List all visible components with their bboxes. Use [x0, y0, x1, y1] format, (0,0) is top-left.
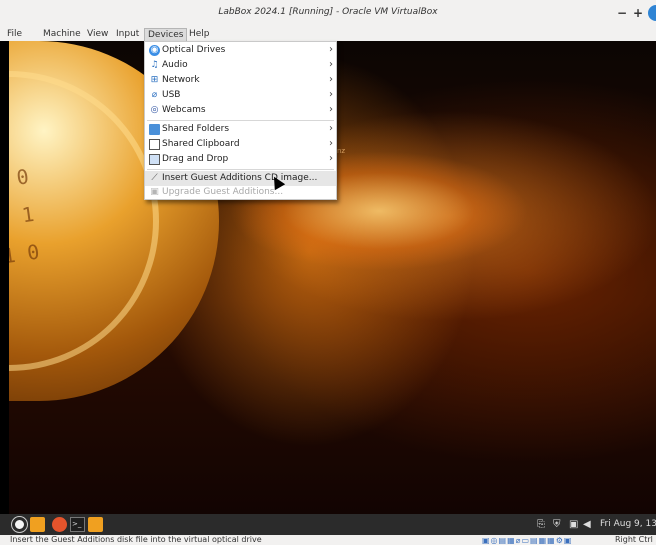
- menu-item-usb[interactable]: ⌀ USB ›: [145, 88, 336, 103]
- device-status-icons[interactable]: ▣◎▤▦⌀▭▤▦▦⚙▣: [482, 536, 572, 545]
- window-title: LabBox 2024.1 [Running] - Oracle VM Virt…: [218, 7, 438, 17]
- menu-separator: [147, 169, 334, 170]
- chevron-right-icon: ›: [329, 59, 333, 70]
- menu-item-label: Optical Drives: [162, 45, 226, 55]
- usb-icon: ⌀: [151, 90, 158, 100]
- menu-item-shared-folders[interactable]: Shared Folders ›: [145, 122, 336, 137]
- chevron-right-icon: ›: [329, 153, 333, 164]
- menu-item-network[interactable]: ⊞ Network ›: [145, 73, 336, 88]
- guest-taskbar: >_ ⎘ ⛨ ▣ ◀ Fri Aug 9, 13:: [0, 514, 656, 535]
- audio-icon: ♫: [150, 60, 159, 70]
- menu-file[interactable]: File: [4, 28, 25, 40]
- webcam-icon: ◎: [150, 105, 159, 115]
- chevron-right-icon: ›: [329, 89, 333, 100]
- menu-input[interactable]: Input: [113, 28, 142, 40]
- menu-item-label: Insert Guest Additions CD image...: [162, 173, 318, 183]
- menu-item-label: USB: [162, 90, 181, 100]
- upgrade-icon: ▣: [150, 187, 159, 197]
- menu-item-label: Network: [162, 75, 200, 85]
- display-icon[interactable]: ▣: [569, 519, 578, 530]
- menu-devices[interactable]: Devices: [144, 28, 188, 41]
- window-titlebar: LabBox 2024.1 [Running] - Oracle VM Virt…: [0, 0, 656, 27]
- terminal-icon[interactable]: >_: [70, 517, 85, 532]
- clipboard-icon: [149, 139, 160, 150]
- menu-machine[interactable]: Machine: [40, 28, 84, 40]
- folder-icon: [149, 124, 160, 135]
- menu-item-webcams[interactable]: ◎ Webcams ›: [145, 103, 336, 118]
- start-menu-icon[interactable]: [12, 517, 27, 532]
- menu-item-upgrade-guest-additions: ▣ Upgrade Guest Additions...: [145, 185, 336, 200]
- status-bar: Insert the Guest Additions disk file int…: [0, 535, 656, 545]
- menu-item-label: Shared Clipboard: [162, 139, 240, 149]
- menu-item-label: Shared Folders: [162, 124, 230, 134]
- menu-help[interactable]: Help: [186, 28, 213, 40]
- menu-item-insert-guest-additions[interactable]: ⟋ Insert Guest Additions CD image...: [145, 171, 336, 186]
- chevron-right-icon: ›: [329, 123, 333, 134]
- menu-item-shared-clipboard[interactable]: Shared Clipboard ›: [145, 137, 336, 152]
- menu-item-label: Upgrade Guest Additions...: [162, 187, 284, 197]
- menu-separator: [147, 120, 334, 121]
- volume-icon[interactable]: ◀: [583, 519, 591, 530]
- drag-drop-icon: [149, 154, 160, 165]
- file-manager-icon[interactable]: [30, 517, 45, 532]
- chevron-right-icon: ›: [329, 74, 333, 85]
- menu-item-label: Audio: [162, 60, 188, 70]
- host-key-label: Right Ctrl: [615, 535, 653, 544]
- cd-insert-icon: ⟋: [151, 173, 158, 183]
- desktop-fragment-text: nz: [337, 147, 346, 155]
- close-button[interactable]: [648, 5, 656, 21]
- menu-item-label: Drag and Drop: [162, 154, 229, 164]
- chevron-right-icon: ›: [329, 104, 333, 115]
- firefox-icon[interactable]: [52, 517, 67, 532]
- optical-drive-icon: ◉: [149, 45, 160, 56]
- status-message: Insert the Guest Additions disk file int…: [10, 535, 262, 544]
- menubar: File Machine View Input Devices Help: [0, 27, 656, 41]
- chevron-right-icon: ›: [329, 44, 333, 55]
- folder-icon[interactable]: [88, 517, 103, 532]
- network-icon: ⊞: [150, 75, 159, 85]
- shield-icon[interactable]: ⛨: [553, 519, 561, 530]
- minimize-button[interactable]: −: [617, 5, 627, 21]
- maximize-button[interactable]: +: [633, 5, 643, 21]
- menu-item-label: Webcams: [162, 105, 206, 115]
- devices-menu: ◉ Optical Drives › ♫ Audio › ⊞ Network ›…: [144, 41, 337, 200]
- chevron-right-icon: ›: [329, 138, 333, 149]
- menu-item-audio[interactable]: ♫ Audio ›: [145, 58, 336, 73]
- menu-item-drag-and-drop[interactable]: Drag and Drop ›: [145, 152, 336, 167]
- menu-view[interactable]: View: [84, 28, 111, 40]
- clipboard-tray-icon[interactable]: ⎘: [537, 519, 545, 530]
- clock[interactable]: Fri Aug 9, 13:: [600, 519, 656, 529]
- menu-item-optical-drives[interactable]: ◉ Optical Drives ›: [145, 43, 336, 58]
